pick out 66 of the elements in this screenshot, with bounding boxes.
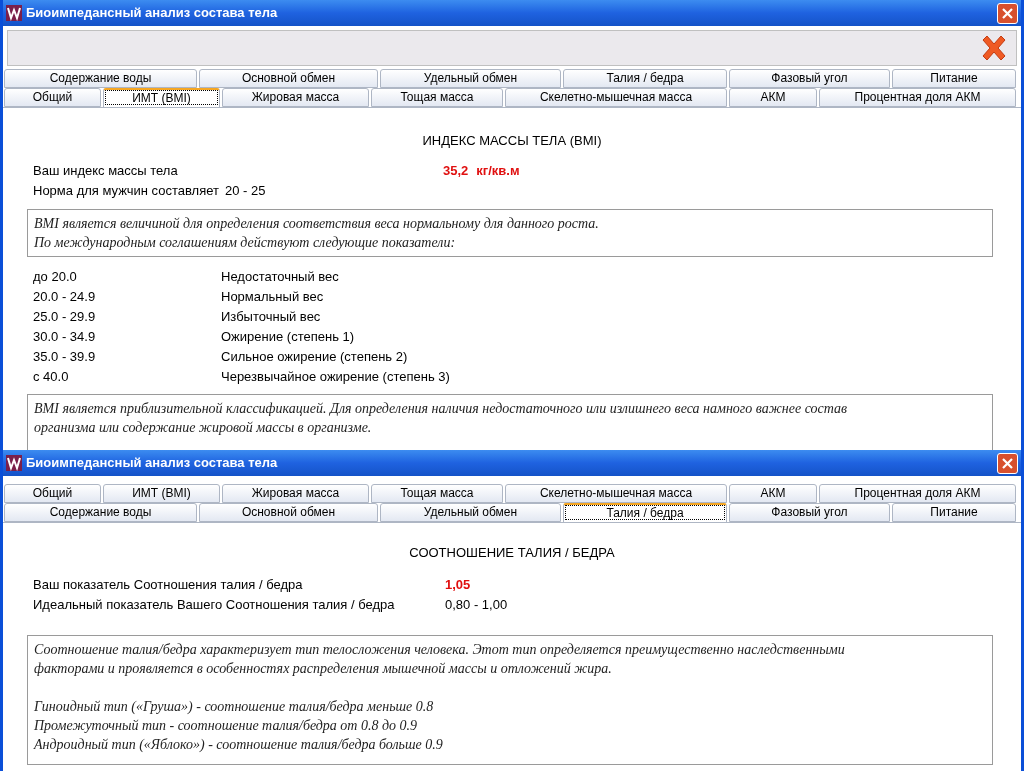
tab[interactable]: Содержание воды: [4, 503, 197, 522]
category-cell-text: Ожирение (степень 1): [221, 328, 355, 347]
norm-label: Идеальный показатель Вашего Соотношения талия / бедра: [33, 596, 396, 615]
tab[interactable]: Процентная доля АКМ: [819, 88, 1016, 107]
category-cell-text: Сильное ожирение (степень 2): [221, 348, 408, 367]
description-text: Соотношение талия/бедра характеризует тип телосложения человека. Этот тип определяется преимущественно наследственными: [34, 641, 846, 659]
tab[interactable]: Скелетно-мышечная масса: [505, 88, 727, 107]
result-unit: кг/кв.м: [476, 162, 520, 181]
norm-label: Норма для мужчин составляет: [33, 182, 219, 201]
range-cell-text: 25.0 - 29.9: [33, 308, 97, 327]
tab[interactable]: Основной обмен: [199, 503, 378, 522]
description-text: факторами и проявляется в особенностях распределения мышечной массы и отложений жира.: [34, 660, 613, 678]
tab[interactable]: Удельный обмен: [380, 503, 561, 522]
section-heading: ИНДЕКС МАССЫ ТЕЛА (BMI): [421, 132, 603, 149]
description-text: По международным соглашениям действуют следующие показатели:: [34, 234, 457, 252]
norm-value: 0,80 - 1,00: [445, 596, 508, 615]
category-cell-text: Избыточный вес: [221, 308, 321, 327]
result-value: 1,05: [445, 576, 471, 595]
tab[interactable]: Процентная доля АКМ: [819, 484, 1016, 503]
category-cell-text: Недостаточный вес: [221, 268, 339, 287]
range-cell-text: 20.0 - 24.9: [33, 288, 97, 307]
tab[interactable]: Тощая масса: [371, 484, 503, 503]
result-value: 35,2: [443, 162, 469, 181]
tab[interactable]: АКМ: [729, 484, 817, 503]
tab[interactable]: Талия / бедра: [563, 69, 727, 88]
tab[interactable]: Питание: [892, 69, 1016, 88]
tab[interactable]: Тощая масса: [371, 88, 503, 107]
tab[interactable]: Основной обмен: [199, 69, 378, 88]
category-cell-text: Черезвычайное ожирение (степень 3): [221, 368, 450, 387]
description-text: BMI является приблизительной классификацией. Для определения наличия недостаточного или излишнего веса намного важнее состав: [34, 400, 849, 418]
tab[interactable]: Общий: [4, 484, 101, 503]
tab[interactable]: Фазовый угол: [729, 503, 890, 522]
close-button[interactable]: [997, 2, 1018, 24]
range-cell-text: 30.0 - 34.9: [33, 328, 97, 347]
tab[interactable]: Жировая масса: [222, 88, 369, 107]
result-label: Ваш показатель Соотношения талия / бедра: [33, 576, 304, 595]
tab[interactable]: ИМТ (BMI): [103, 484, 220, 503]
tab[interactable]: Питание: [892, 503, 1016, 522]
tab[interactable]: Содержание воды: [4, 69, 197, 88]
window-title: Биоимпедансный анализ состава тела: [26, 4, 279, 23]
close-icon: [1002, 7, 1013, 19]
tab[interactable]: Фазовый угол: [729, 69, 890, 88]
description-text: Гиноидный тип («Груша») - соотношение талия/бедра меньше 0.8: [34, 698, 435, 716]
app-icon: [6, 5, 22, 21]
result-label: Ваш индекс массы тела: [32, 162, 179, 181]
description-text: Промежуточный тип - соотношение талия/бедра от 0.8 до 0.9: [34, 717, 419, 735]
description-text: Андроидный тип («Яблоко») - соотношение талия/бедра больше 0.9: [34, 736, 444, 754]
norm-value: 20 - 25: [224, 182, 266, 201]
tab[interactable]: Жировая масса: [222, 484, 369, 503]
category-cell-text: Нормальный вес: [221, 288, 324, 307]
tab[interactable]: Талия / бедра: [563, 503, 727, 522]
description-text: организма или содержание жировой массы в организме.: [34, 419, 373, 437]
tab[interactable]: АКМ: [729, 88, 817, 107]
app-icon: [6, 455, 22, 471]
tab[interactable]: ИМТ (BMI): [103, 88, 220, 107]
tab[interactable]: Общий: [4, 88, 101, 107]
close-button[interactable]: [997, 452, 1018, 474]
tab[interactable]: Скелетно-мышечная масса: [505, 484, 727, 503]
range-cell-text: с 40.0: [33, 368, 70, 387]
description-text: BMI является величиной для определения соответствия веса нормальному для данного роста.: [34, 215, 600, 233]
section-heading: СООТНОШЕНИЕ ТАЛИЯ / БЕДРА: [408, 544, 616, 561]
range-cell-text: 35.0 - 39.9: [33, 348, 97, 367]
window-title: Биоимпедансный анализ состава тела: [26, 454, 279, 473]
tab[interactable]: Удельный обмен: [380, 69, 561, 88]
range-cell-text: до 20.0: [33, 268, 78, 287]
close-icon: [1002, 457, 1013, 469]
